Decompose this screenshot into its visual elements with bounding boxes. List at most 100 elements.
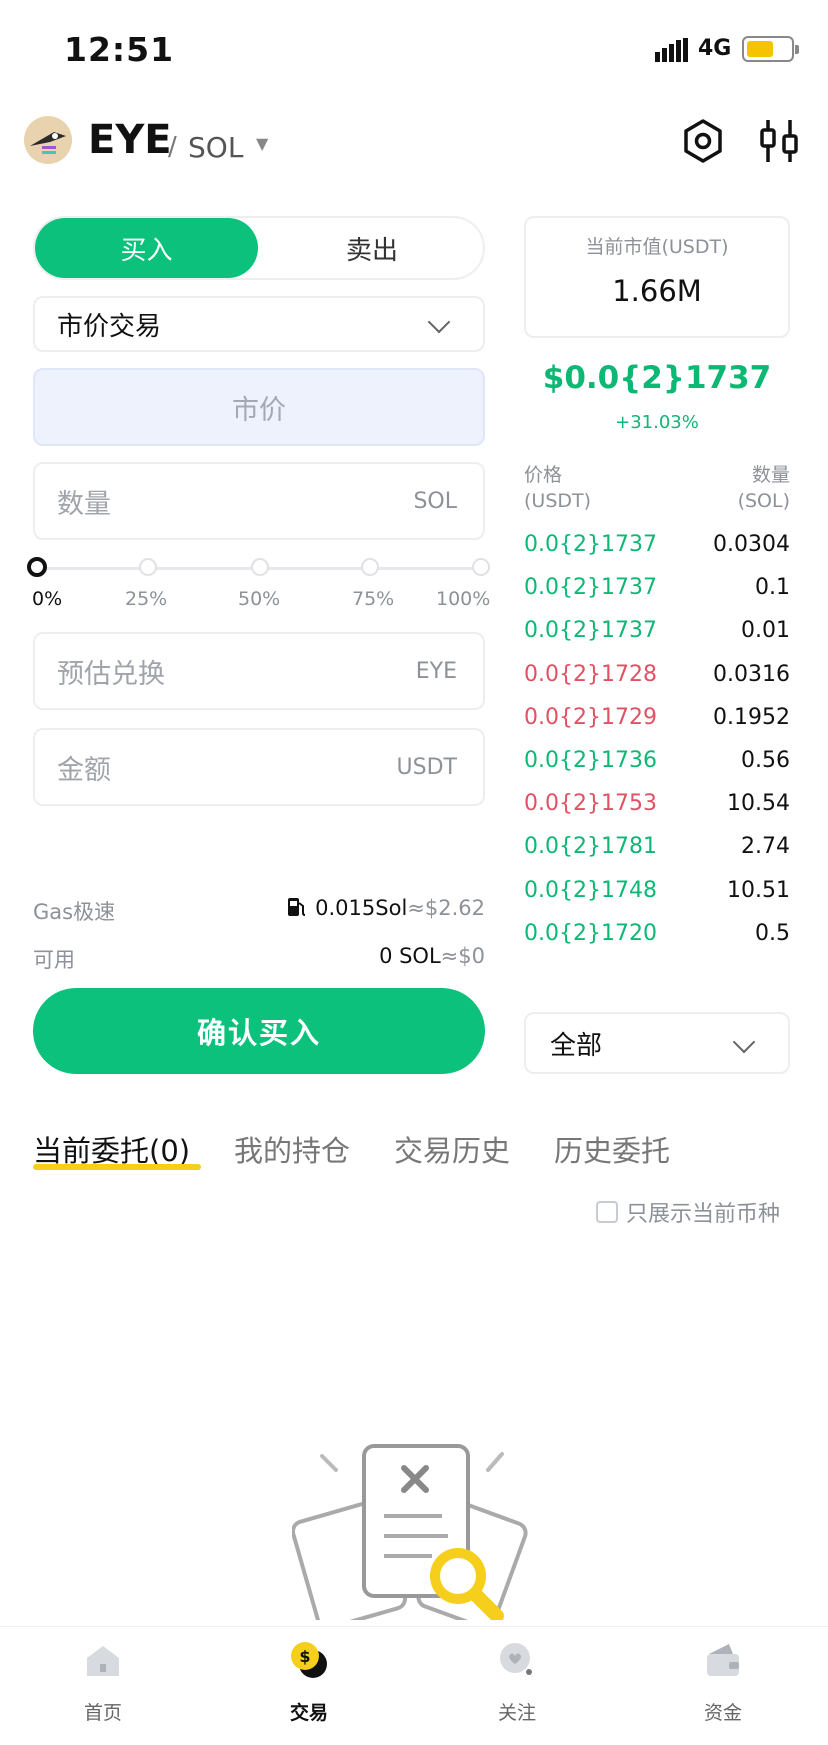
orderbook-row[interactable]: 0.0{2}1753 10.54: [524, 791, 790, 816]
orderbook-row[interactable]: 0.0{2}1728 0.0316: [524, 662, 790, 687]
order-type-select[interactable]: 市价交易: [33, 296, 485, 352]
total-placeholder: 金额: [57, 754, 111, 786]
price-header-unit: (USDT): [524, 490, 592, 512]
orderbook-row[interactable]: 0.0{2}1729 0.1952: [524, 705, 790, 730]
empty-orders-illustration: [292, 1444, 528, 1620]
tab-trade-history[interactable]: 交易历史: [394, 1128, 510, 1170]
orderbook-row[interactable]: 0.0{2}1737 0.01: [524, 618, 790, 643]
token-symbol[interactable]: EYE: [88, 117, 172, 163]
orderbook-qty: 10.51: [727, 877, 790, 903]
slider-label-50: 50%: [238, 588, 281, 610]
amount-unit: SOL: [413, 488, 457, 514]
candlestick-chart-icon[interactable]: [756, 118, 802, 164]
total-input[interactable]: 金额 USDT: [33, 728, 485, 806]
slider-stop-25[interactable]: [139, 558, 157, 576]
orderbook-price: 0.0{2}1728: [524, 661, 657, 687]
trade-icon: $: [291, 1642, 327, 1678]
price-placeholder: 市价: [232, 394, 286, 426]
slider-handle[interactable]: [27, 557, 47, 577]
gas-pump-icon: [288, 898, 306, 916]
orderbook-price: 0.0{2}1736: [524, 748, 657, 773]
sell-tab[interactable]: 卖出: [262, 218, 482, 278]
amount-placeholder: 数量: [57, 488, 111, 520]
chevron-down-icon: [427, 310, 451, 334]
orderbook-row[interactable]: 0.0{2}1737 0.0304: [524, 532, 790, 557]
slider-stop-100[interactable]: [472, 558, 490, 576]
orderbook-row[interactable]: 0.0{2}1781 2.74: [524, 834, 790, 859]
orderbook-price: 0.0{2}1737: [524, 618, 657, 644]
market-cap-value: 1.66M: [612, 274, 702, 308]
available-label: 可用: [33, 948, 75, 972]
buy-tab[interactable]: 买入: [35, 218, 258, 278]
quote-symbol[interactable]: SOL: [188, 131, 243, 164]
available-approx: ≈$0: [440, 944, 485, 968]
slider-label-0: 0%: [32, 588, 63, 610]
home-icon: [87, 1646, 119, 1676]
nav-funds[interactable]: 资金: [668, 1640, 778, 1725]
orderbook-qty: 2.74: [741, 834, 790, 860]
orderbook-price: 0.0{2}1720: [524, 920, 657, 946]
nav-trade[interactable]: $ 交易: [254, 1640, 364, 1725]
orderbook-qty: 0.0304: [713, 532, 790, 557]
svg-text:$: $: [299, 1647, 310, 1666]
signal-icon: [655, 38, 688, 62]
price-field: 市价: [33, 368, 485, 446]
nav-funds-label: 资金: [703, 1702, 742, 1724]
orderbook-qty: 0.01: [741, 618, 790, 644]
gas-row[interactable]: Gas极速 0.015Sol≈$2.62: [33, 896, 485, 926]
orderbook-row[interactable]: 0.0{2}1720 0.5: [524, 921, 790, 946]
total-unit: USDT: [396, 754, 457, 780]
follow-icon: [500, 1643, 532, 1675]
nav-trade-label: 交易: [289, 1702, 328, 1724]
orderbook-qty: 10.54: [727, 791, 790, 817]
estimate-input[interactable]: 预估兑换 EYE: [33, 632, 485, 710]
battery-icon: [742, 36, 799, 62]
current-price: $0.0{2}1737: [542, 360, 772, 396]
token-avatar[interactable]: [24, 116, 72, 164]
orderbook-filter-select[interactable]: 全部: [524, 1012, 790, 1074]
slider-label-100: 100%: [436, 588, 491, 610]
only-current-label: 只展示当前币种: [626, 1202, 781, 1227]
nav-home-label: 首页: [83, 1702, 122, 1724]
orderbook-price: 0.0{2}1753: [524, 791, 657, 817]
orderbook-row[interactable]: 0.0{2}1748 10.51: [524, 878, 790, 903]
orderbook-price: 0.0{2}1729: [524, 704, 657, 730]
amount-input[interactable]: 数量 SOL: [33, 462, 485, 540]
chevron-down-icon: [732, 1030, 756, 1054]
nav-home[interactable]: 首页: [48, 1640, 158, 1725]
status-time: 12:51: [64, 30, 175, 69]
available-value: 0 SOL: [379, 944, 441, 968]
settings-hex-icon[interactable]: [680, 118, 726, 164]
only-current-checkbox[interactable]: [596, 1201, 618, 1223]
active-tab-indicator: [33, 1164, 201, 1170]
slider-label-75: 75%: [352, 588, 395, 610]
confirm-buy-button[interactable]: 确认买入: [33, 988, 485, 1074]
gas-label: Gas极速: [33, 900, 116, 924]
slider-label-25: 25%: [125, 588, 168, 610]
orderbook-price: 0.0{2}1781: [524, 834, 657, 860]
orderbook-price: 0.0{2}1737: [524, 532, 657, 557]
wallet-icon: [707, 1644, 739, 1676]
price-header-label: 价格: [524, 464, 563, 486]
orderbook-qty: 0.1: [755, 575, 790, 601]
tab-order-history[interactable]: 历史委托: [554, 1128, 670, 1170]
orderbook-qty: 0.5: [755, 920, 790, 946]
caret-down-icon[interactable]: ▼: [256, 134, 268, 153]
gas-value: 0.015Sol: [315, 896, 408, 920]
qty-header-unit: (SOL): [737, 490, 790, 512]
only-current-toggle[interactable]: 只展示当前币种: [596, 1196, 780, 1228]
market-cap-label: 当前市值(USDT): [585, 236, 729, 258]
estimate-unit: EYE: [415, 658, 457, 684]
slider-stop-50[interactable]: [251, 558, 269, 576]
orderbook-price: 0.0{2}1737: [524, 575, 657, 601]
order-type-label: 市价交易: [57, 311, 162, 342]
orderbook-row[interactable]: 0.0{2}1736 0.56: [524, 748, 790, 773]
slider-stop-75[interactable]: [361, 558, 379, 576]
tab-positions[interactable]: 我的持仓: [234, 1128, 350, 1170]
orderbook-price: 0.0{2}1748: [524, 877, 657, 903]
nav-follow[interactable]: 关注: [462, 1640, 572, 1725]
orderbook-row[interactable]: 0.0{2}1737 0.1: [524, 575, 790, 600]
nav-follow-label: 关注: [497, 1702, 536, 1724]
orderbook-qty: 0.1952: [713, 704, 790, 730]
orderbook-qty: 0.56: [741, 748, 790, 773]
